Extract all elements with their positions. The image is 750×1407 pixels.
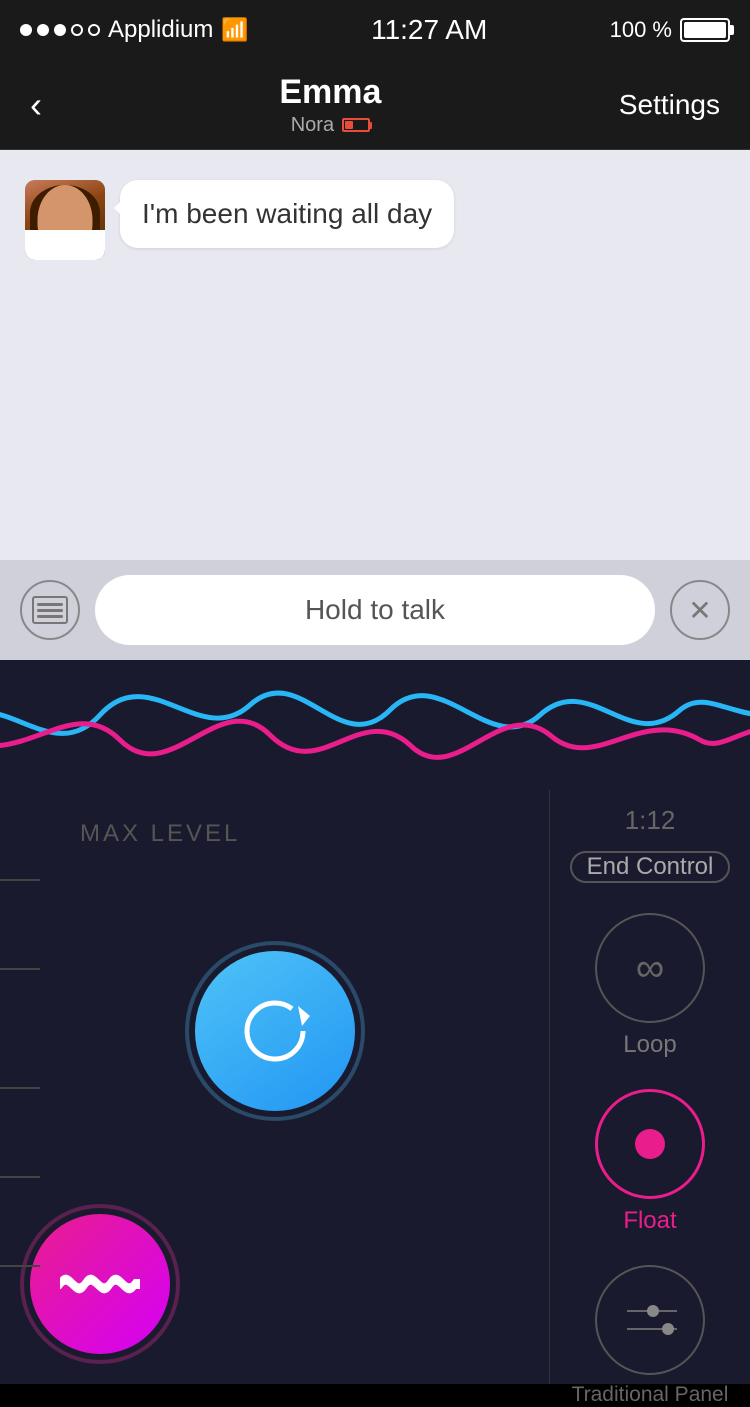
signal-dot-3: [54, 24, 66, 36]
message-row: I'm been waiting all day: [25, 180, 725, 260]
wave-svg: [0, 660, 750, 790]
timer-display: 1:12: [625, 805, 676, 836]
signal-dot-1: [20, 24, 32, 36]
infinity-icon: ∞: [636, 946, 665, 991]
status-right: 100 %: [610, 17, 730, 43]
control-right: 1:12 End Control ∞ Loop Float: [550, 790, 750, 1384]
bottom-wave-button[interactable]: [30, 1214, 170, 1354]
float-group: Float: [550, 1089, 750, 1235]
battery-percent: 100 %: [610, 17, 672, 43]
message-text: I'm been waiting all day: [142, 198, 432, 229]
signal-dot-4: [71, 24, 83, 36]
traditional-panel-button[interactable]: [595, 1265, 705, 1375]
wifi-icon: 📶: [221, 17, 248, 43]
contact-name: Emma: [42, 73, 619, 112]
loop-button[interactable]: ∞: [595, 913, 705, 1023]
status-left: Applidium 📶: [20, 16, 249, 44]
battery-mini: [342, 118, 370, 132]
rotate-icon: [240, 996, 310, 1066]
status-time: 11:27 AM: [371, 14, 487, 46]
emoji-icon: [32, 596, 68, 624]
signal-dot-5: [88, 24, 100, 36]
back-button[interactable]: ‹: [30, 84, 42, 126]
settings-button[interactable]: Settings: [619, 89, 720, 121]
input-area: Hold to talk ✕: [0, 560, 750, 660]
control-left: MAX LEVEL: [0, 790, 550, 1384]
level-line-4: [0, 1176, 40, 1178]
avatar-body: [25, 230, 105, 260]
nav-center: Emma Nora: [42, 73, 619, 137]
signal-dots: [20, 24, 100, 36]
control-panel: MAX LEVEL 1:12 End Control ∞ Loo: [0, 790, 750, 1384]
avatar-image: [25, 180, 105, 260]
battery-container: [680, 18, 730, 42]
loop-label: Loop: [623, 1031, 676, 1059]
max-level-label: MAX LEVEL: [30, 820, 240, 848]
traditional-panel-label: Traditional Panel: [572, 1383, 729, 1407]
signal-dot-2: [37, 24, 49, 36]
close-button[interactable]: ✕: [670, 580, 730, 640]
wave-icon: [60, 1264, 140, 1304]
avatar: [25, 180, 105, 260]
battery-mini-bar: [342, 118, 370, 132]
float-dot: [635, 1129, 665, 1159]
traditional-group: Traditional Panel: [550, 1265, 750, 1407]
chat-area: I'm been waiting all day: [0, 150, 750, 560]
level-line-1: [0, 879, 40, 881]
level-line-2: [0, 968, 40, 970]
carrier-name: Applidium: [108, 16, 213, 44]
message-bubble: I'm been waiting all day: [120, 180, 454, 248]
wave-visualizer: [0, 660, 750, 790]
float-label: Float: [623, 1207, 676, 1235]
level-line-3: [0, 1087, 40, 1089]
nav-subtitle: Nora: [42, 114, 619, 137]
battery-fill: [684, 22, 726, 38]
subtitle-text: Nora: [291, 114, 334, 137]
battery-mini-fill: [345, 121, 353, 129]
sliders-icon: [627, 1305, 674, 1335]
hold-to-talk-button[interactable]: Hold to talk: [95, 575, 655, 645]
emoji-button[interactable]: [20, 580, 80, 640]
main-control-button[interactable]: [195, 951, 355, 1111]
nav-bar: ‹ Emma Nora Settings: [0, 60, 750, 150]
loop-group: ∞ Loop: [550, 913, 750, 1059]
float-button[interactable]: [595, 1089, 705, 1199]
battery-icon: [680, 18, 730, 42]
status-bar: Applidium 📶 11:27 AM 100 %: [0, 0, 750, 60]
end-control-button[interactable]: End Control: [570, 851, 730, 883]
